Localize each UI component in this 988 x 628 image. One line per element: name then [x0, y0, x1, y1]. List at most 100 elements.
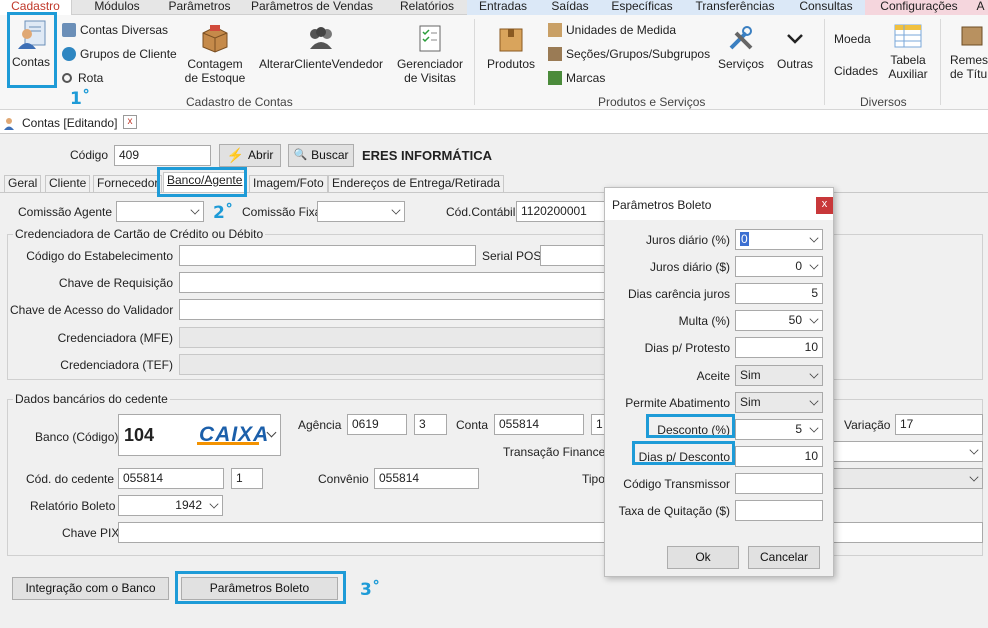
chevron-down-icon [969, 472, 979, 482]
package-icon [499, 28, 523, 52]
transmissor-input[interactable] [735, 473, 823, 494]
contas-diversas-button[interactable]: Contas Diversas [62, 23, 168, 37]
cod-estab-input[interactable] [179, 245, 476, 266]
chevron-down-icon [809, 314, 819, 324]
chevron-down-icon [809, 423, 819, 433]
tab-baseline [0, 192, 988, 193]
users-icon [310, 27, 332, 49]
serial-pos-label: Serial POS [482, 249, 542, 263]
dialog-close-icon[interactable]: x [816, 197, 833, 214]
highlight-parametros-boleto [175, 571, 346, 604]
carencia-input[interactable]: 5 [735, 283, 823, 304]
cod-cedente-input[interactable]: 055814 [118, 468, 224, 489]
abatimento-select[interactable]: Sim [735, 392, 823, 413]
agencia-dv-input[interactable]: 3 [414, 414, 447, 435]
moeda-button[interactable]: Moeda [834, 32, 871, 46]
servicos-button[interactable]: Serviços [716, 23, 766, 71]
chave-pix-input[interactable] [118, 522, 983, 543]
cred-tef-select[interactable] [179, 354, 606, 375]
aceite-select[interactable]: Sim [735, 365, 823, 386]
cidades-button[interactable]: Cidades [834, 64, 878, 78]
cod-contabil-input[interactable]: 1120200001 [516, 201, 608, 222]
cancelar-button[interactable]: Cancelar [748, 546, 820, 569]
tab-cliente[interactable]: Cliente [45, 175, 91, 192]
convenio-input[interactable]: 055814 [374, 468, 479, 489]
unidades-medida-button[interactable]: Unidades de Medida [548, 23, 676, 37]
cod-estab-label: Código do Estabelecimento [26, 249, 173, 263]
contagem-estoque-label-2: de Estoque [184, 71, 246, 85]
abatimento-label: Permite Abatimento [625, 396, 730, 410]
chave-acesso-input[interactable] [179, 299, 606, 320]
comissao-fixa-select[interactable] [317, 201, 405, 222]
quitacao-input[interactable] [735, 500, 823, 521]
menu-tab-extra[interactable]: A [973, 0, 988, 15]
banco-select[interactable]: 104 CAIXA [118, 414, 281, 456]
credenciadora-title: Credenciadora de Cartão de Crédito ou Dé… [13, 227, 266, 241]
tab-geral[interactable]: Geral [4, 175, 42, 192]
tabela-auxiliar-button[interactable]: Tabela Auxiliar [884, 23, 932, 81]
menu-tab-modulos[interactable]: Módulos [72, 0, 162, 15]
ok-button[interactable]: Ok [667, 546, 739, 569]
codigo-input[interactable]: 409 [114, 145, 211, 166]
menu-tab-saidas[interactable]: Saídas [539, 0, 601, 15]
outras-button[interactable]: Outras [774, 23, 816, 71]
gerenciador-visitas-button[interactable]: Gerenciador de Visitas [394, 23, 466, 85]
grupos-cliente-button[interactable]: Grupos de Cliente [62, 47, 177, 61]
brands-icon [548, 71, 562, 85]
agencia-input[interactable]: 0619 [347, 414, 407, 435]
abrir-button[interactable]: ⚡ Abrir [219, 144, 281, 167]
alterar-cliente-vendedor-button[interactable]: AlterarClienteVendedor [258, 23, 384, 71]
protesto-input[interactable]: 10 [735, 337, 823, 358]
chave-req-input[interactable] [179, 272, 606, 293]
juros-pct-label: Juros diário (%) [645, 233, 730, 247]
menu-tab-parametros-vendas[interactable]: Parâmetros de Vendas [237, 0, 387, 15]
menu-tab-configuracoes[interactable]: Configurações [865, 0, 973, 15]
tab-fornecedor[interactable]: Fornecedor [93, 175, 163, 192]
contas-diversas-icon [62, 23, 76, 37]
variacao-input[interactable]: 17 [895, 414, 983, 435]
chevron-down-icon [969, 445, 979, 455]
chave-pix-label: Chave PIX [62, 526, 120, 540]
doc-tab-label: Contas [Editando] [22, 115, 118, 130]
menu-tab-especificas[interactable]: Específicas [601, 0, 683, 15]
buscar-button[interactable]: 🔍 Buscar [288, 144, 354, 167]
contagem-estoque-button[interactable]: Contagem de Estoque [183, 23, 247, 85]
tab-enderecos[interactable]: Endereços de Entrega/Retirada [328, 175, 505, 192]
banco-label: Banco (Código) [35, 430, 119, 444]
produtos-button[interactable]: Produtos [484, 23, 538, 71]
cod-cedente-dv-input[interactable]: 1 [231, 468, 263, 489]
menu-tab-transferencias[interactable]: Transferências [683, 0, 787, 15]
juros-val-select[interactable]: 0 [735, 256, 823, 277]
cred-mfe-select[interactable] [179, 327, 606, 348]
tab-imagem-foto[interactable]: Imagem/Foto [249, 175, 328, 192]
dias-desconto-input[interactable]: 10 [735, 446, 823, 467]
rota-button[interactable]: Rota [62, 71, 103, 85]
menu-tab-parametros[interactable]: Parâmetros [162, 0, 237, 15]
marcas-button[interactable]: Marcas [548, 71, 605, 85]
doc-tab-contas[interactable]: Contas [Editando] [4, 113, 117, 132]
serial-pos-input[interactable] [540, 245, 606, 266]
relatorio-select[interactable]: 1942 [118, 495, 223, 516]
menu-tab-relatorios[interactable]: Relatórios [387, 0, 467, 15]
transacao-select[interactable] [820, 441, 983, 462]
menu-bar: Cadastro Módulos Parâmetros Parâmetros d… [0, 0, 988, 15]
juros-pct-select[interactable]: 0 [735, 229, 823, 250]
desconto-select[interactable]: 5 [735, 419, 823, 440]
alterar-cliente-vendedor-label: AlterarClienteVendedor [258, 57, 384, 71]
highlight-contas [7, 12, 57, 88]
contagem-estoque-label-1: Contagem [187, 57, 243, 71]
menu-tab-consultas[interactable]: Consultas [787, 0, 865, 15]
highlight-banco-agente [157, 167, 247, 197]
remessa-button[interactable]: Remes de Títu [950, 23, 988, 81]
tipo-select[interactable] [820, 468, 983, 489]
remessa-label-2: de Títu [950, 67, 988, 81]
integracao-banco-button[interactable]: Integração com o Banco [12, 577, 169, 600]
contas-diversas-label: Contas Diversas [80, 23, 169, 37]
comissao-agente-select[interactable] [116, 201, 204, 222]
multa-select[interactable]: 50 [735, 310, 823, 331]
secoes-button[interactable]: Seções/Grupos/Subgrupos [548, 47, 710, 61]
juros-val-label: Juros diário ($) [649, 260, 730, 274]
doc-tab-close-icon[interactable]: x [123, 115, 137, 129]
menu-tab-entradas[interactable]: Entradas [467, 0, 539, 15]
conta-input[interactable]: 055814 [494, 414, 584, 435]
